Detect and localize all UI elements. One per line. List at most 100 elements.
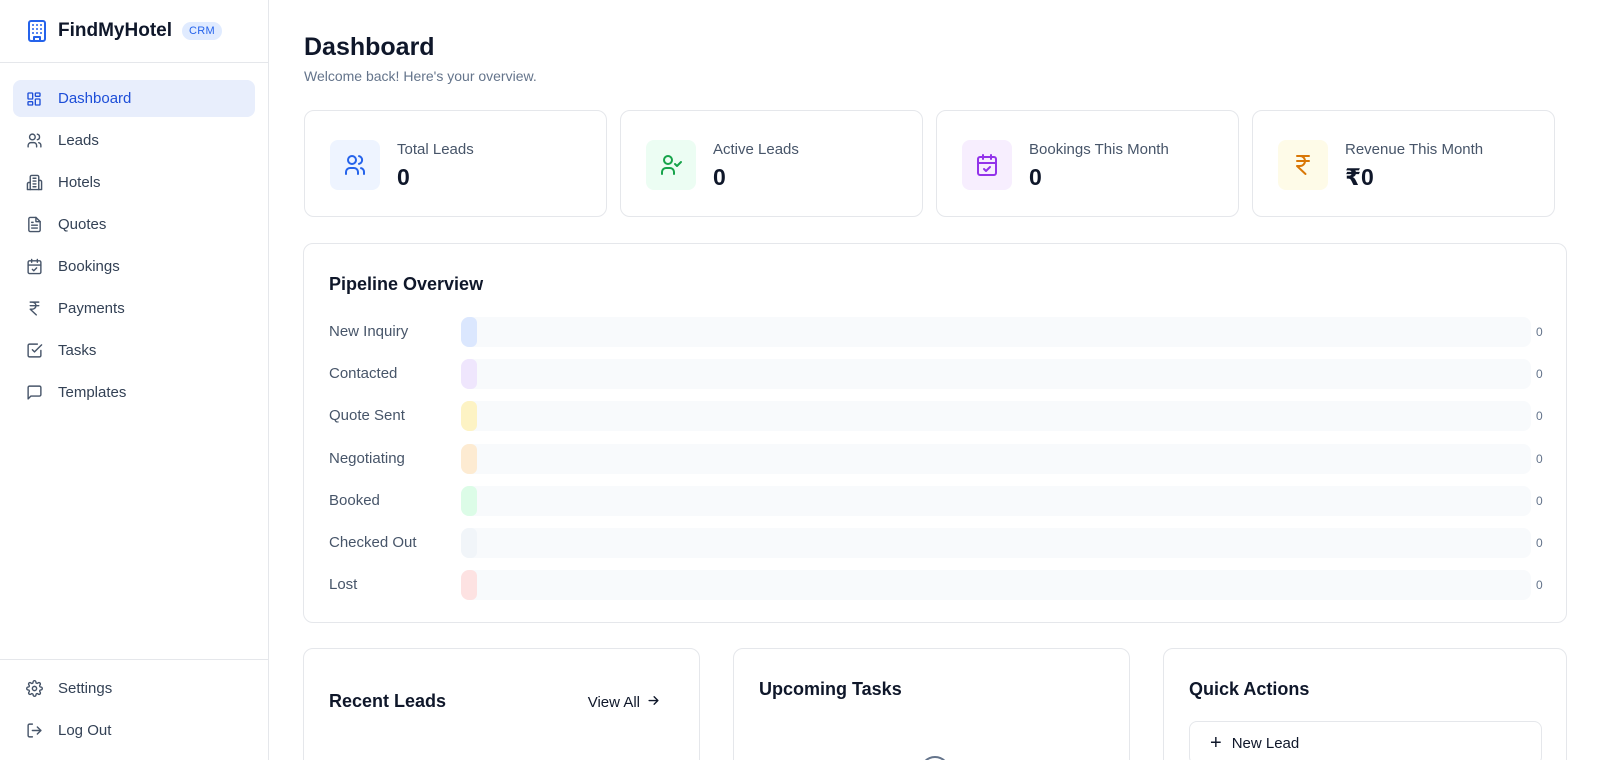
pipeline-bar-color <box>461 485 477 516</box>
pipeline-stage-count: 0 <box>1536 367 1543 382</box>
stat-card-revenue-this-month: Revenue This Month ₹0 <box>1252 110 1555 217</box>
pipeline-stage-label: Quote Sent <box>329 407 405 425</box>
document-icon <box>25 216 43 234</box>
sidebar: FindMyHotel CRM Dashboard Leads Hotels Q… <box>0 0 269 760</box>
pipeline-stage-count: 0 <box>1536 451 1543 466</box>
pipeline-bar-color <box>461 317 477 347</box>
pipeline-stage-label: Lost <box>329 576 358 594</box>
sidebar-item-hotels[interactable]: Hotels <box>13 164 255 201</box>
sidebar-item-logout[interactable]: Log Out <box>13 712 255 749</box>
quick-actions-title: Quick Actions <box>1189 679 1310 699</box>
sidebar-item-label: Log Out <box>58 722 112 739</box>
pipeline-stage-count: 0 <box>1536 325 1543 339</box>
pipeline-overview: Pipeline Overview New Inquiry 0 Contacted 0… <box>303 243 1567 623</box>
stat-card-bookings-this-month: Bookings This Month 0 <box>936 110 1239 217</box>
sidebar-item-label: Payments <box>58 300 125 317</box>
pipeline-bar-color <box>461 359 477 390</box>
sidebar-item-templates[interactable]: Templates <box>13 374 255 411</box>
pipeline-row-negotiating: Negotiating 0 <box>304 443 1566 474</box>
users-icon <box>330 140 380 190</box>
sidebar-item-label: Leads <box>58 132 99 149</box>
stat-label: Total Leads <box>397 141 474 158</box>
stat-label: Active Leads <box>713 141 799 158</box>
sidebar-item-label: Quotes <box>58 216 107 233</box>
rupee-icon <box>25 300 43 318</box>
stat-label: Bookings This Month <box>1029 141 1169 158</box>
brand[interactable]: FindMyHotel CRM <box>0 0 268 63</box>
new-lead-label: New Lead <box>1231 734 1300 752</box>
pipeline-bar-track <box>461 317 1531 347</box>
pipeline-row-booked: Booked 0 <box>304 485 1566 516</box>
pipeline-stage-label: Checked Out <box>329 534 417 551</box>
pipeline-bar-track <box>461 570 1531 601</box>
upcoming-tasks-title: Upcoming Tasks <box>759 679 902 699</box>
sidebar-item-label: Bookings <box>58 258 120 275</box>
pipeline-bar-color <box>461 570 477 601</box>
message-square-icon <box>25 384 43 402</box>
sidebar-item-label: Settings <box>58 680 113 697</box>
pipeline-bar-track <box>461 485 1531 516</box>
users-icon <box>25 132 43 150</box>
checkbox-icon <box>25 342 43 360</box>
stat-value: ₹0 <box>1345 164 1374 190</box>
stat-card-total-leads: Total Leads 0 <box>304 110 607 217</box>
sidebar-item-label: Hotels <box>58 174 101 191</box>
calendar-check-icon <box>962 140 1012 190</box>
upcoming-tasks-card: Upcoming Tasks <box>733 648 1130 760</box>
stat-card-active-leads: Active Leads 0 <box>620 110 923 217</box>
stat-value: 0 <box>713 164 726 190</box>
page-title: Dashboard <box>304 33 435 61</box>
rupee-icon <box>1278 140 1328 190</box>
pipeline-stage-label: New Inquiry <box>329 323 409 340</box>
layout-grid-icon <box>25 90 43 108</box>
pipeline-stage-label: Booked <box>329 491 380 509</box>
sidebar-item-label: Dashboard <box>58 90 132 107</box>
pipeline-row-contacted: Contacted 0 <box>304 359 1566 390</box>
loading-spinner-icon <box>920 756 950 760</box>
sidebar-item-label: Tasks <box>58 342 97 359</box>
crm-badge: CRM <box>182 22 222 40</box>
pipeline-row-quote-sent: Quote Sent 0 <box>304 401 1566 432</box>
arrow-right-icon <box>646 693 661 712</box>
pipeline-row-checked-out: Checked Out 0 <box>304 528 1566 558</box>
pipeline-stage-label: Negotiating <box>329 449 405 467</box>
stat-value: 0 <box>1029 164 1042 190</box>
pipeline-bar-color <box>461 401 477 432</box>
pipeline-stage-count: 0 <box>1536 409 1543 424</box>
recent-leads-card: Recent Leads View All <box>303 648 700 760</box>
sidebar-item-payments[interactable]: Payments <box>13 290 255 327</box>
stat-value: 0 <box>397 164 410 190</box>
sidebar-footer: Settings Log Out <box>0 659 268 754</box>
sidebar-item-bookings[interactable]: Bookings <box>13 248 255 285</box>
building-icon <box>25 174 43 192</box>
sidebar-item-settings[interactable]: Settings <box>13 670 255 707</box>
pipeline-bar-track <box>461 401 1531 432</box>
pipeline-bar-color <box>461 443 477 474</box>
pipeline-row-new-inquiry: New Inquiry 0 <box>304 317 1566 347</box>
brand-name: FindMyHotel <box>58 20 172 41</box>
pipeline-stage-count: 0 <box>1536 493 1543 508</box>
page-subtitle: Welcome back! Here's your overview. <box>304 68 537 84</box>
hotel-building-icon <box>24 18 50 44</box>
sidebar-item-tasks[interactable]: Tasks <box>13 332 255 369</box>
view-all-link[interactable]: View All <box>588 693 661 712</box>
pipeline-stage-count: 0 <box>1536 536 1543 550</box>
pipeline-row-lost: Lost 0 <box>304 570 1566 601</box>
pipeline-bar-track <box>461 359 1531 390</box>
recent-leads-title: Recent Leads <box>329 691 447 711</box>
new-lead-button[interactable]: + New Lead <box>1189 721 1542 760</box>
sidebar-nav: Dashboard Leads Hotels Quotes Bookings P… <box>0 63 268 411</box>
sidebar-item-leads[interactable]: Leads <box>13 122 255 159</box>
plus-icon: + <box>1210 732 1222 754</box>
pipeline-title: Pipeline Overview <box>329 274 484 294</box>
pipeline-bar-track <box>461 443 1531 474</box>
sidebar-item-quotes[interactable]: Quotes <box>13 206 255 243</box>
pipeline-bar-track <box>461 528 1531 558</box>
logout-icon <box>25 722 43 740</box>
pipeline-stage-label: Contacted <box>329 365 398 383</box>
gear-icon <box>25 680 43 698</box>
view-all-label: View All <box>587 694 640 711</box>
pipeline-stage-count: 0 <box>1536 578 1543 593</box>
user-check-icon <box>646 140 696 190</box>
sidebar-item-dashboard[interactable]: Dashboard <box>13 80 255 117</box>
